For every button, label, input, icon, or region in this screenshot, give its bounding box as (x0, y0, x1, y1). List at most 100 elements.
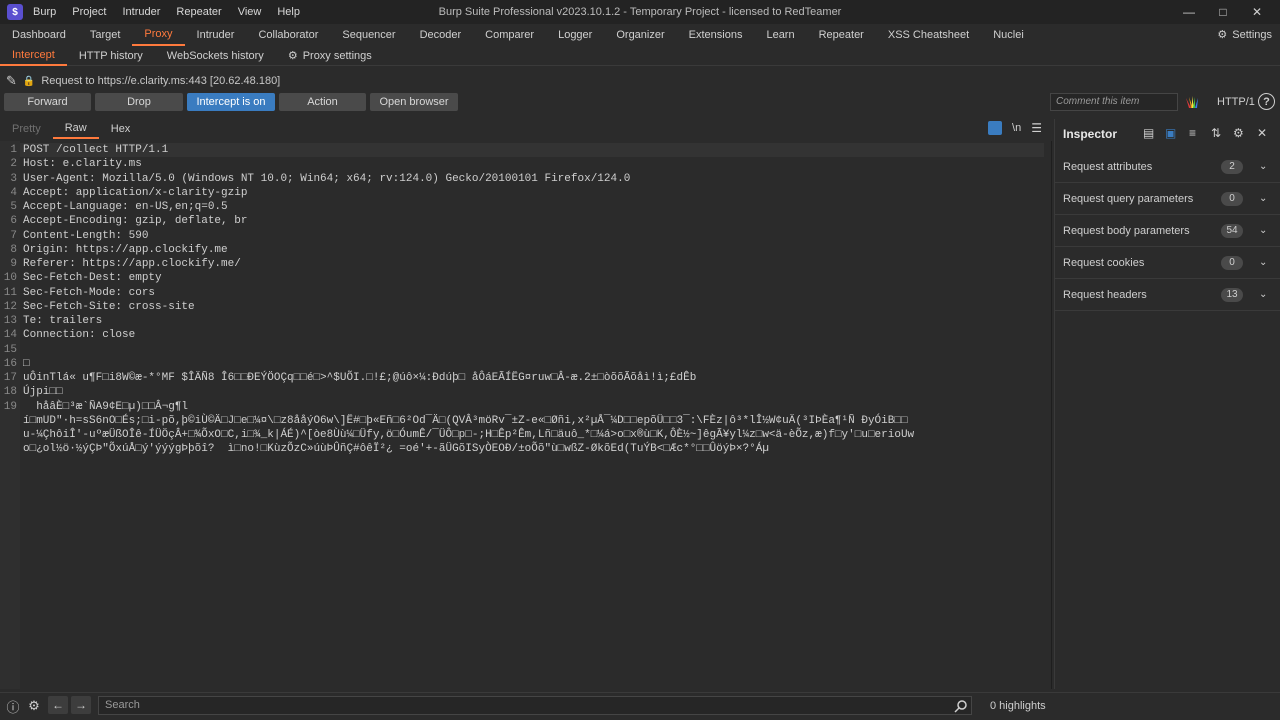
inspector-row-label: Request headers (1063, 288, 1147, 301)
tab-dashboard[interactable]: Dashboard (0, 24, 78, 46)
tab-decoder[interactable]: Decoder (408, 24, 474, 46)
line-number: 10 (3, 272, 17, 285)
edit-pencil-icon[interactable]: ✎ (6, 73, 17, 89)
line-number: 6 (10, 215, 17, 228)
inspector-row-label: Request body parameters (1063, 224, 1190, 237)
tab-hex[interactable]: Hex (99, 119, 143, 139)
previous-match-button[interactable]: ← (48, 696, 68, 714)
close-icon[interactable]: ✕ (1257, 126, 1267, 140)
close-window-icon[interactable]: ✕ (1240, 0, 1274, 24)
tab-nuclei[interactable]: Nuclei (981, 24, 1036, 46)
tab-organizer[interactable]: Organizer (604, 24, 676, 46)
minimize-icon[interactable]: — (1172, 0, 1206, 24)
settings-button[interactable]: ⚙ Settings (1217, 28, 1272, 42)
http-version-label[interactable]: HTTP/1 (1217, 96, 1255, 108)
inspector-row-request-cookies[interactable]: Request cookies 0 ⌄ (1055, 247, 1280, 279)
line-text: uÔinTlá« u¶F□i8W©æ-*°MF $ÎÄÑ8 Î6□□ÐEÝÖOÇ… (23, 372, 697, 384)
open-browser-button[interactable]: Open browser (370, 93, 458, 111)
inspector-row-label: Request cookies (1063, 256, 1145, 269)
burp-app-icon: $ (7, 4, 23, 20)
inspector-panel: Inspector ▤ ▣ ≡ ⇅ ⚙ ✕ Request attributes… (1054, 119, 1280, 689)
search-input[interactable]: Search (98, 696, 972, 715)
line-text: Accept: application/x-clarity-gzip (23, 186, 248, 199)
gear-icon: ⚙ (287, 50, 298, 62)
collapse-icon[interactable]: ⇅ (1211, 126, 1221, 140)
gear-icon: ⚙ (1217, 29, 1228, 41)
tab-repeater[interactable]: Repeater (807, 24, 876, 46)
line-text: Origin: https://app.clockify.me (23, 243, 228, 256)
tab-learn[interactable]: Learn (754, 24, 806, 46)
help-circle-icon[interactable]: ⓘ (4, 697, 22, 715)
action-button[interactable]: Action (279, 93, 366, 111)
line-number: 12 (3, 300, 17, 313)
line-text: í□mUD"·h=sS6nO□És;□i-põ,þ©iÙ©Ä□J□e□¼¤\□z… (23, 414, 908, 427)
tab-target[interactable]: Target (78, 24, 133, 46)
proxy-settings-button[interactable]: ⚙ Proxy settings (276, 46, 384, 66)
line-text: Referer: https://app.clockify.me/ (23, 258, 241, 270)
tab-pretty[interactable]: Pretty (0, 119, 53, 139)
request-editor[interactable]: 1 POST /collect HTTP/1.1 2 Host: e.clarity.… (0, 141, 1052, 689)
menu-intruder[interactable]: Intruder (123, 6, 161, 18)
intercept-action-bar: Forward Drop Intercept is on Action Open… (0, 93, 1280, 113)
gear-icon[interactable]: ⚙ (25, 697, 43, 715)
tab-extensions[interactable]: Extensions (677, 24, 755, 46)
main-tab-bar: Dashboard Target Proxy Intruder Collabor… (0, 24, 1280, 46)
tab-websockets-history[interactable]: WebSockets history (155, 46, 276, 66)
line-text: Sec-Fetch-Mode: cors (23, 286, 156, 299)
tab-collaborator[interactable]: Collaborator (246, 24, 330, 46)
drop-button[interactable]: Drop (95, 93, 183, 111)
editor-menu-icon[interactable]: ☰ (1031, 121, 1042, 135)
menu-burp[interactable]: Burp (33, 6, 56, 18)
layout-list-icon[interactable]: ▤ (1143, 126, 1154, 140)
forward-button[interactable]: Forward (4, 93, 91, 111)
intercept-toggle-button[interactable]: Intercept is on (187, 93, 275, 111)
menu-help[interactable]: Help (277, 6, 300, 18)
proxy-sub-tab-bar: Intercept HTTP history WebSockets histor… (0, 46, 1280, 66)
inspector-title: Inspector (1063, 127, 1118, 141)
line-number: 11 (3, 286, 17, 299)
search-icon (954, 699, 968, 713)
tab-intercept[interactable]: Intercept (0, 46, 67, 66)
tab-intruder[interactable]: Intruder (185, 24, 247, 46)
line-number: 16 (3, 357, 17, 370)
editor-toolbar: \n ☰ (988, 121, 1042, 135)
highlight-color-icon[interactable] (1184, 94, 1200, 110)
bottom-search-bar: ⓘ ⚙ ← → Search 0 highlights (0, 692, 1280, 720)
align-icon[interactable]: ≡ (1189, 126, 1196, 140)
menu-project[interactable]: Project (72, 6, 106, 18)
inspector-row-label: Request attributes (1063, 160, 1153, 173)
line-text: Host: e.clarity.ms (23, 158, 142, 171)
current-line-highlight (20, 143, 1044, 157)
show-newlines-toggle[interactable]: \n (1012, 122, 1021, 134)
tab-xss-cheatsheet[interactable]: XSS Cheatsheet (876, 24, 981, 46)
tab-comparer[interactable]: Comparer (473, 24, 546, 46)
tab-proxy[interactable]: Proxy (132, 24, 185, 46)
layout-split-icon[interactable]: ▣ (1165, 126, 1176, 140)
line-number: 19 (3, 400, 17, 413)
inspector-row-request-attributes[interactable]: Request attributes 2 ⌄ (1055, 151, 1280, 183)
menu-repeater[interactable]: Repeater (176, 6, 221, 18)
tab-http-history[interactable]: HTTP history (67, 46, 155, 66)
tab-sequencer[interactable]: Sequencer (330, 24, 407, 46)
comment-input[interactable]: Comment this item (1050, 93, 1178, 111)
line-text: u-¼ÇhôiÎ'-uºæÜßOÎê-ÍÜÖçÂ+□¾ÕxO□C,i□¾_k|Á… (23, 429, 915, 441)
help-icon[interactable]: ? (1258, 93, 1275, 110)
line-number: 8 (10, 243, 17, 256)
line-text: Te: trailers (23, 315, 103, 327)
inspector-row-request-headers[interactable]: Request headers 13 ⌄ (1055, 279, 1280, 311)
gear-icon[interactable]: ⚙ (1233, 126, 1244, 140)
tab-logger[interactable]: Logger (546, 24, 604, 46)
line-text: POST /collect HTTP/1.1 (23, 144, 169, 156)
inspector-row-request-body-parameters[interactable]: Request body parameters 54 ⌄ (1055, 215, 1280, 247)
inspector-row-request-query-parameters[interactable]: Request query parameters 0 ⌄ (1055, 183, 1280, 215)
count-badge: 13 (1221, 287, 1243, 302)
next-match-button[interactable]: → (71, 696, 91, 714)
maximize-icon[interactable]: □ (1206, 0, 1240, 24)
menu-view[interactable]: View (238, 6, 262, 18)
line-number: 18 (3, 386, 17, 399)
line-number: 2 (10, 158, 17, 171)
word-wrap-icon[interactable] (988, 121, 1003, 135)
tab-raw[interactable]: Raw (52, 119, 99, 139)
title-bar: $ Burp Project Intruder Repeater View He… (0, 0, 1280, 24)
line-text: □ (23, 357, 30, 370)
